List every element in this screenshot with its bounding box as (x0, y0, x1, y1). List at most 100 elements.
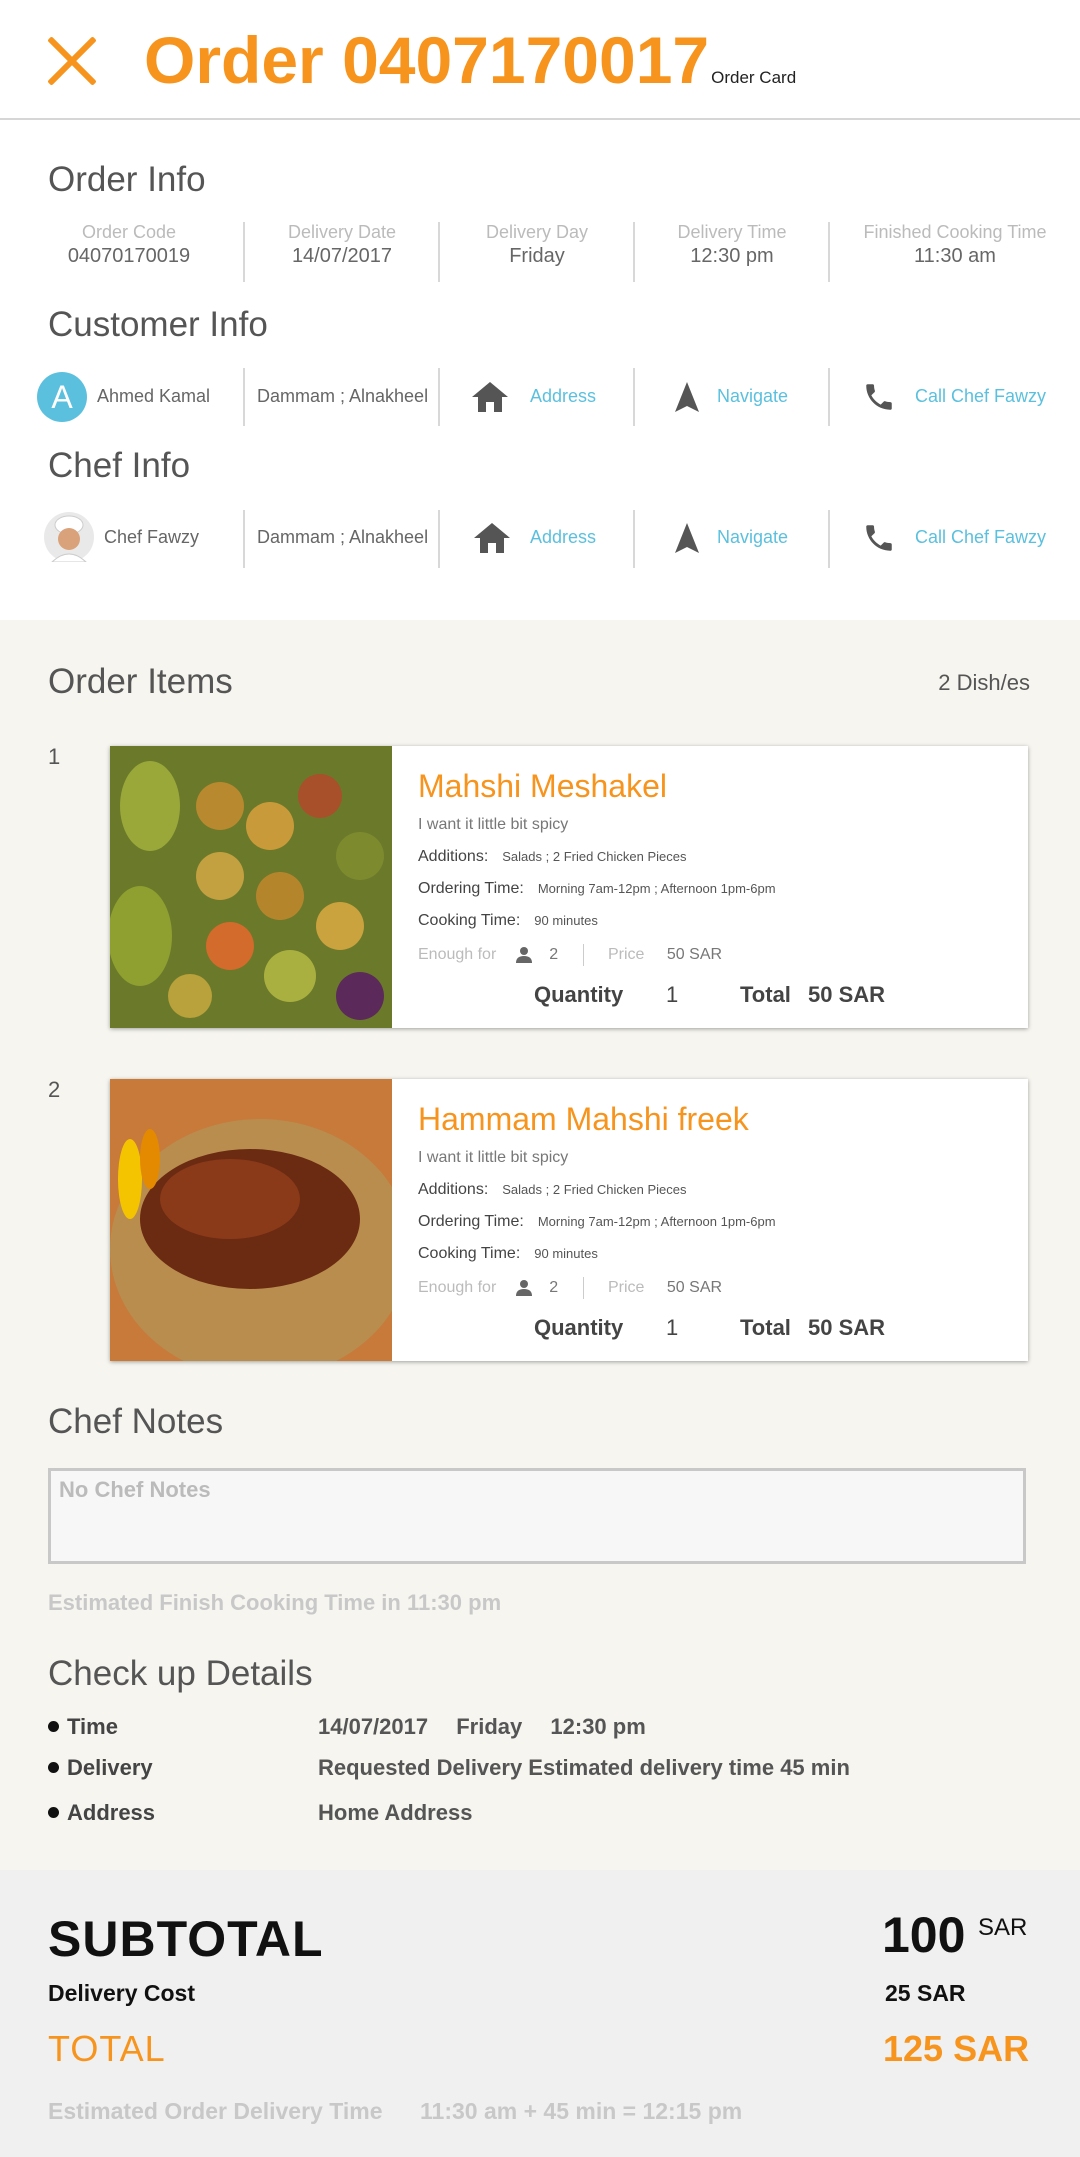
divider (582, 1277, 584, 1299)
checkup-time-value: 14/07/2017 Friday 12:30 pm (318, 1714, 646, 1740)
customer-address-link[interactable]: Address (530, 386, 596, 407)
divider (438, 510, 440, 568)
person-icon (515, 947, 532, 963)
chef-avatar (44, 512, 94, 562)
ordering-time-value: Morning 7am-12pm ; Afternoon 1pm-6pm (537, 881, 776, 896)
checkup-heading: Check up Details (48, 1654, 313, 1693)
checkup-address-value: Home Address (318, 1800, 473, 1825)
checkup-time-label: Time (67, 1714, 118, 1739)
order-item-card[interactable]: Mahshi Meshakel I want it little bit spi… (110, 746, 1028, 1028)
divider (828, 368, 830, 426)
navigate-icon[interactable] (673, 380, 701, 414)
subtotal-value: 100 (882, 1907, 966, 1963)
delivery-date-value: 14/07/2017 (291, 245, 393, 267)
total-value: 50 SAR (808, 982, 886, 1007)
order-card-label: Order Card (711, 68, 797, 87)
quantity-label: Quantity (534, 982, 624, 1007)
checkup-day: Friday (456, 1714, 523, 1739)
ordering-time-row: Ordering Time: Morning 7am-12pm ; Afterno… (418, 1213, 776, 1231)
divider (828, 222, 830, 282)
dish-note: I want it little bit spicy (418, 816, 569, 833)
customer-navigate-link[interactable]: Navigate (717, 386, 788, 407)
delivery-time-label: Delivery Time (677, 222, 787, 242)
navigate-icon[interactable] (673, 521, 701, 555)
customer-call-link[interactable]: Call Chef Fawzy (915, 386, 1046, 407)
subtotal-currency: SAR (978, 1914, 1028, 1941)
chef-notes-heading: Chef Notes (48, 1402, 224, 1441)
cooking-time-value: 90 minutes (534, 913, 598, 928)
order-code-label: Order Code (81, 222, 177, 242)
dish-name: Mahshi Meshakel (418, 768, 667, 804)
dish-image (110, 746, 392, 1028)
divider (633, 510, 635, 568)
delivery-date-field: Delivery Date 14/07/2017 (245, 222, 439, 268)
dish-image (110, 1079, 392, 1361)
price-value: 50 SAR (666, 1279, 723, 1297)
estimated-finish-text: Estimated Finish Cooking Time in 11:30 p… (48, 1590, 502, 1615)
cooking-time-label: Cooking Time: (418, 912, 521, 929)
customer-location: Dammam ; Alnakheel (257, 386, 429, 406)
customer-avatar: A (37, 372, 87, 422)
finished-cooking-field: Finished Cooking Time 11:30 am (840, 222, 1070, 268)
finished-cooking-value: 11:30 am (914, 245, 996, 267)
total-label: Total (740, 982, 791, 1007)
phone-icon[interactable] (862, 380, 896, 414)
quantity-value: 1 (666, 1315, 679, 1340)
checkup-date: 14/07/2017 (318, 1714, 429, 1739)
order-title-text: Order 0407170017 (144, 23, 710, 97)
cooking-time-label: Cooking Time: (418, 1245, 521, 1262)
divider (243, 510, 245, 568)
price-label: Price (608, 946, 645, 964)
total-value: 125 SAR (883, 2028, 1030, 2069)
cooking-time-row: Cooking Time: 90 minutes (418, 912, 598, 930)
person-icon (515, 1280, 532, 1296)
chef-location: Dammam ; Alnakheel (257, 527, 429, 547)
estimated-delivery-value: 11:30 am + 45 min = 12:15 pm (420, 2098, 743, 2124)
item-index: 2 (48, 1077, 61, 1102)
enough-for-label: Enough for (418, 1279, 497, 1297)
enough-for-label: Enough for (418, 946, 497, 964)
bullet (48, 1720, 59, 1732)
quantity-value: 1 (666, 982, 679, 1007)
checkup-time-label-row: Time (48, 1714, 118, 1740)
total-label: Total (740, 1315, 791, 1340)
divider (828, 510, 830, 568)
price-value: 50 SAR (666, 946, 723, 964)
estimated-delivery-label: Estimated Order Delivery Time (48, 2098, 383, 2124)
additions-value: Salads ; 2 Fried Chicken Pieces (502, 849, 687, 864)
order-item-card[interactable]: Hammam Mahshi freek I want it little bit… (110, 1079, 1028, 1361)
home-icon[interactable] (470, 380, 510, 414)
checkup-delivery-label: Delivery (67, 1755, 153, 1780)
divider (633, 368, 635, 426)
enough-for-row: Enough for 2 Price 50 SAR (418, 1277, 722, 1299)
delivery-cost-value: 25 SAR (885, 1980, 966, 2006)
chef-notes-field[interactable]: No Chef Notes (48, 1468, 1026, 1564)
cooking-time-row: Cooking Time: 90 minutes (418, 1245, 598, 1263)
delivery-cost-label: Delivery Cost (48, 1980, 196, 2006)
chef-address-link[interactable]: Address (530, 527, 596, 548)
additions-label: Additions: (418, 1181, 489, 1198)
chef-navigate-link[interactable]: Navigate (717, 527, 788, 548)
home-icon[interactable] (472, 521, 512, 555)
enough-for-value: 2 (549, 946, 559, 964)
finished-cooking-label: Finished Cooking Time (863, 222, 1047, 242)
bullet (48, 1806, 59, 1818)
total-label: TOTAL (48, 2028, 166, 2069)
phone-icon[interactable] (862, 521, 896, 555)
quantity-label: Quantity (534, 1315, 624, 1340)
dish-note: I want it little bit spicy (418, 1149, 569, 1166)
additions-row: Additions: Salads ; 2 Fried Chicken Piece… (418, 848, 687, 866)
order-info-heading: Order Info (48, 160, 206, 199)
enough-for-value: 2 (549, 1279, 559, 1297)
delivery-day-field: Delivery Day Friday (440, 222, 634, 268)
chef-info-heading: Chef Info (48, 446, 191, 485)
ordering-time-label: Ordering Time: (418, 880, 524, 897)
ordering-time-label: Ordering Time: (418, 1213, 524, 1230)
order-code-value: 04070170019 (67, 245, 191, 267)
chef-call-link[interactable]: Call Chef Fawzy (915, 527, 1046, 548)
bullet (48, 1761, 59, 1773)
additions-row: Additions: Salads ; 2 Fried Chicken Piece… (418, 1181, 687, 1199)
additions-value: Salads ; 2 Fried Chicken Pieces (502, 1182, 687, 1197)
delivery-day-value: Friday (509, 245, 565, 267)
close-icon[interactable] (46, 34, 98, 86)
